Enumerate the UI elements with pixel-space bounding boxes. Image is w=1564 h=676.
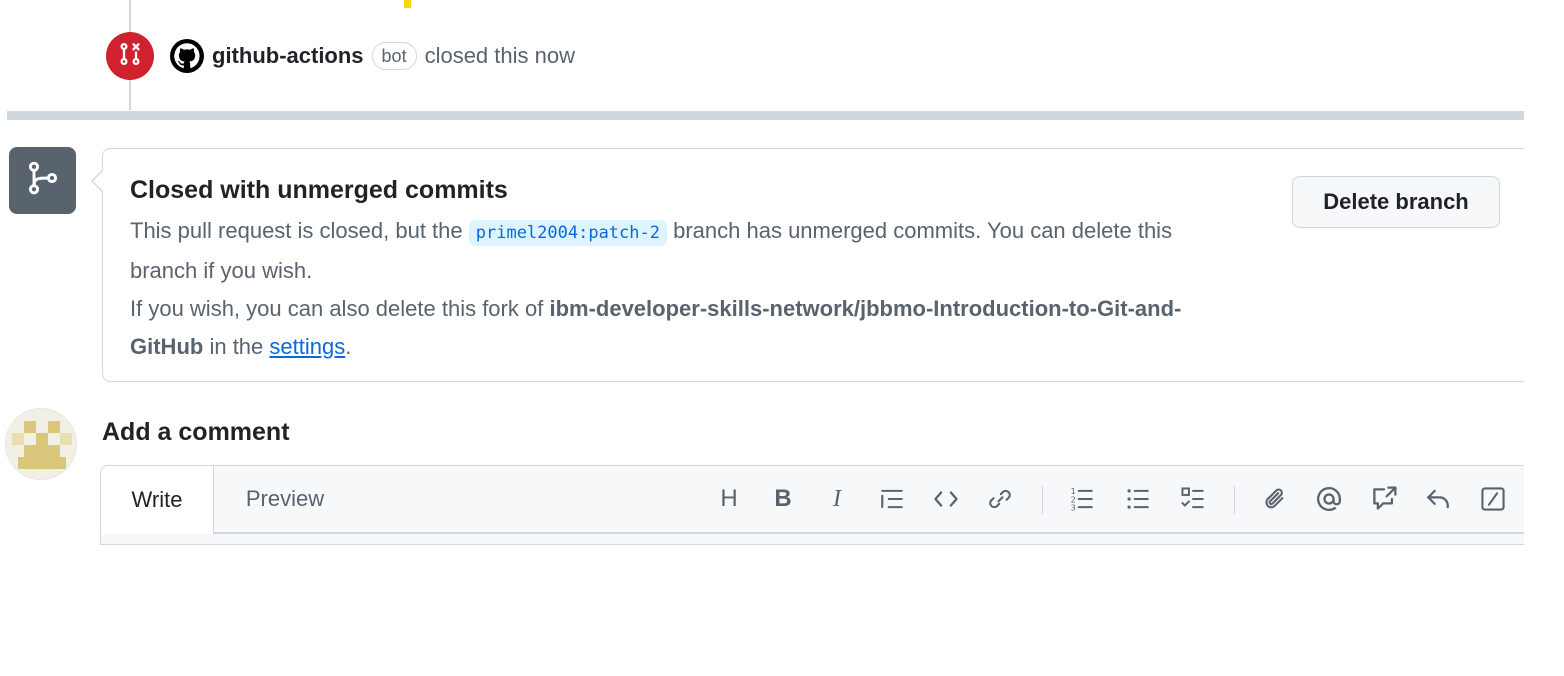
- pull-request-closed-badge: [106, 32, 154, 80]
- unordered-list-icon[interactable]: [1121, 481, 1155, 517]
- task-list-icon[interactable]: [1176, 481, 1210, 517]
- editor-tab-border: [100, 532, 1540, 534]
- svg-text:3: 3: [1071, 502, 1076, 512]
- link-icon[interactable]: [983, 481, 1017, 517]
- bold-icon[interactable]: B: [766, 481, 800, 517]
- toolbar-divider: [1042, 486, 1043, 514]
- cross-reference-icon[interactable]: [1367, 481, 1401, 517]
- git-pull-request-closed-icon: [118, 42, 142, 71]
- settings-link[interactable]: settings: [269, 334, 345, 359]
- git-branch-icon: [25, 160, 61, 201]
- git-branch-badge: [9, 147, 76, 214]
- tab-preview[interactable]: Preview: [220, 466, 350, 532]
- event-action-text: closed this now: [424, 43, 575, 68]
- message-prefix: This pull request is closed, but the: [130, 218, 463, 243]
- add-comment-heading: Add a comment: [102, 418, 290, 446]
- delete-branch-button[interactable]: Delete branch: [1292, 176, 1500, 228]
- panel-caret-fill: [93, 171, 103, 191]
- slash-command-icon[interactable]: [1476, 481, 1510, 517]
- merge-panel-title: Closed with unmerged commits: [130, 176, 508, 204]
- bot-badge: bot: [371, 42, 417, 70]
- actor-name-link[interactable]: github-actions: [212, 43, 364, 69]
- ordered-list-icon[interactable]: 123: [1065, 481, 1099, 517]
- mention-icon[interactable]: [1312, 481, 1346, 517]
- github-mark-icon[interactable]: [170, 39, 204, 73]
- quote-icon[interactable]: [875, 481, 909, 517]
- italic-icon[interactable]: I: [820, 481, 854, 517]
- toolbar-divider: [1234, 486, 1235, 514]
- fork-message-prefix: If you wish, you can also delete this fo…: [130, 296, 544, 321]
- unmerged-commits-message: This pull request is closed, but the pri…: [130, 212, 1220, 290]
- code-icon[interactable]: [929, 481, 963, 517]
- heading-icon[interactable]: H: [712, 481, 746, 517]
- closed-event-row: github-actions bot closed this now: [170, 36, 575, 76]
- fork-message-middle: in the: [209, 334, 264, 359]
- reply-icon[interactable]: [1421, 481, 1455, 517]
- merge-panel-body: This pull request is closed, but the pri…: [130, 212, 1220, 366]
- timeline-divider: [7, 111, 1524, 120]
- branch-ref[interactable]: primel2004:patch-2: [468, 220, 667, 246]
- tab-write[interactable]: Write: [101, 466, 214, 534]
- paperclip-icon[interactable]: [1258, 481, 1292, 517]
- avatar[interactable]: [5, 408, 77, 480]
- highlight-mark: [404, 0, 411, 8]
- viewport-edge: [1524, 110, 1564, 550]
- fork-message-suffix: .: [345, 334, 352, 359]
- delete-fork-message: If you wish, you can also delete this fo…: [130, 290, 1220, 366]
